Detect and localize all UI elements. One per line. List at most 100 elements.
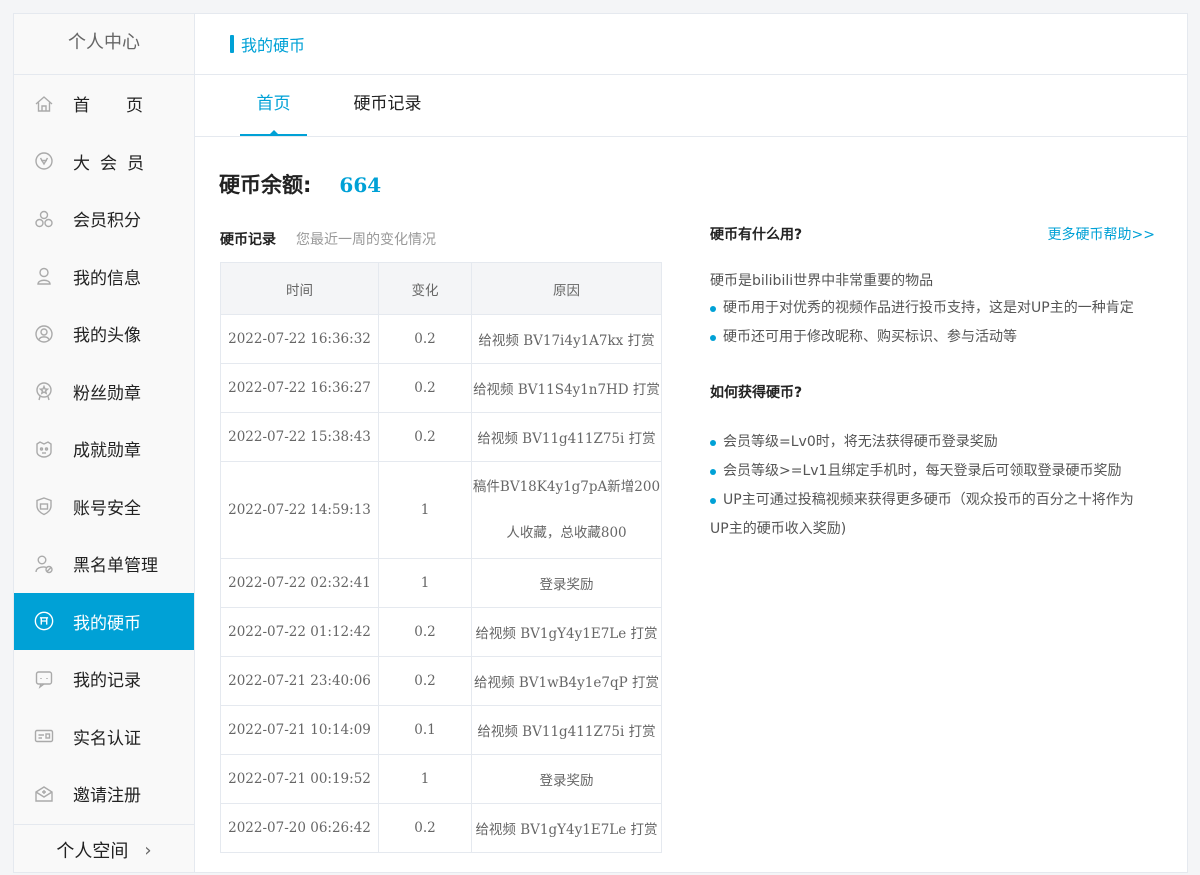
- balance-label: 硬币余额:: [219, 173, 312, 197]
- list-item: 会员等级>=Lv1且绑定手机时，每天登录后可领取登录硬币奖励: [710, 457, 1155, 486]
- cell-reason: 登录奖励: [471, 754, 662, 804]
- column-header-reason: 原因: [471, 262, 662, 315]
- cell-change: 1: [378, 754, 472, 804]
- sidebar-item-points[interactable]: 会员积分: [14, 190, 194, 248]
- sidebar-item-my-coins[interactable]: 我的硬币: [14, 592, 194, 650]
- cell-time: 2022-07-21 23:40:06: [220, 656, 379, 706]
- cell-reason: 给视频 BV11g411Z75i 打赏: [471, 705, 662, 755]
- record-icon: [34, 669, 54, 689]
- cell-reason: 给视频 BV11g411Z75i 打赏: [471, 412, 662, 462]
- bullet-dot: [710, 498, 716, 504]
- bullet-dot: [710, 306, 716, 312]
- sidebar-item-label: 粉丝勋章: [73, 383, 141, 404]
- sidebar-item-label: 我的头像: [73, 326, 141, 347]
- sidebar-item-home[interactable]: 首页: [14, 75, 194, 133]
- sidebar-item-avatar[interactable]: 我的头像: [14, 305, 194, 363]
- tab-label: 硬币记录: [353, 94, 422, 114]
- records-subtitle: 您最近一周的变化情况: [296, 232, 436, 248]
- sidebar-item-label: 黑名单管理: [73, 556, 158, 577]
- coin-records-table: 时间 变化 原因 2022-07-22 16:36:32 0.2 给视频 BV1…: [220, 262, 662, 853]
- cell-reason: 给视频 BV11S4y1n7HD 打赏: [471, 363, 662, 413]
- sidebar-item-label: 我的硬币: [73, 613, 141, 634]
- list-item: UP主可通过投稿视频来获得更多硬币（观众投币的百分之十将作为 UP主的硬币收入奖励…: [710, 486, 1155, 544]
- cell-time: 2022-07-21 00:19:52: [220, 754, 379, 804]
- vip-icon: [34, 151, 54, 171]
- records-title: 硬币记录: [220, 232, 276, 248]
- list-item: 会员等级=Lv0时，将无法获得硬币登录奖励: [710, 428, 1155, 457]
- sidebar-item-label: 首页: [73, 96, 179, 117]
- sidebar-item-my-records[interactable]: 我的记录: [14, 650, 194, 708]
- list-item: 硬币还可用于修改昵称、购买标识、参与活动等: [710, 323, 1155, 352]
- sidebar-item-invite[interactable]: 邀请注册: [14, 765, 194, 823]
- balance-value: 664: [339, 173, 382, 197]
- tab-home[interactable]: 首页: [240, 75, 307, 136]
- cell-time: 2022-07-22 02:32:41: [220, 558, 379, 608]
- personal-space-link[interactable]: 个人空间 ›: [14, 824, 194, 875]
- help-question-earn: 如何获得硬币?: [710, 385, 803, 401]
- list-item-text: 会员等级=Lv0时，将无法获得硬币登录奖励: [723, 434, 998, 450]
- cell-change: 0.2: [378, 656, 472, 706]
- table-row: 2022-07-22 15:38:43 0.2 给视频 BV11g411Z75i…: [220, 412, 662, 462]
- table-row: 2022-07-22 16:36:32 0.2 给视频 BV17i4y1A7kx…: [220, 314, 662, 364]
- sidebar-item-label: 成就勋章: [73, 441, 141, 462]
- cell-reason: 给视频 BV17i4y1A7kx 打赏: [471, 314, 662, 364]
- user-info-icon: [34, 266, 54, 286]
- personal-space-label: 个人空间: [56, 841, 129, 862]
- cell-reason-line: 稿件BV18K4y1g7pA新增200: [472, 479, 661, 495]
- sidebar-item-label: 大会员: [73, 153, 154, 174]
- more-help-link[interactable]: 更多硬币帮助>>: [1048, 224, 1155, 244]
- bullet-dot: [710, 335, 716, 341]
- sidebar-item-fan-medal[interactable]: 粉丝勋章: [14, 363, 194, 421]
- shield-icon: [34, 496, 54, 516]
- table-row: 2022-07-22 02:32:41 1 登录奖励: [220, 558, 662, 608]
- cell-time: 2022-07-21 10:14:09: [220, 705, 379, 755]
- cell-reason: 给视频 BV1wB4y1e7qP 打赏: [471, 656, 662, 706]
- title-accent-bar: [230, 35, 234, 53]
- cell-time: 2022-07-22 01:12:42: [220, 607, 379, 657]
- sidebar-item-vip[interactable]: 大会员: [14, 133, 194, 191]
- id-card-icon: [34, 726, 54, 746]
- list-item-text: UP主可通过投稿视频来获得更多硬币（观众投币的百分之十将作为: [723, 492, 1134, 508]
- sidebar-item-label: 会员积分: [73, 211, 141, 232]
- coin-uses-list: 硬币用于对优秀的视频作品进行投币支持，这是对UP主的一种肯定 硬币还可用于修改昵…: [710, 294, 1155, 352]
- sidebar-item-blacklist[interactable]: 黑名单管理: [14, 535, 194, 593]
- coin-earn-list: 会员等级=Lv0时，将无法获得硬币登录奖励 会员等级>=Lv1且绑定手机时，每天…: [710, 428, 1155, 544]
- sidebar-item-label: 实名认证: [73, 728, 141, 749]
- tab-coin-records[interactable]: 硬币记录: [350, 75, 425, 136]
- cell-change: 1: [378, 558, 472, 608]
- list-item-text: 硬币用于对优秀的视频作品进行投币支持，这是对UP主的一种肯定: [723, 300, 1134, 316]
- cell-time: 2022-07-22 15:38:43: [220, 412, 379, 462]
- sidebar-item-label: 邀请注册: [73, 786, 141, 807]
- active-tab-indicator: [268, 130, 279, 135]
- cell-reason: 给视频 BV1gY4y1E7Le 打赏: [471, 803, 662, 853]
- sidebar-item-account-security[interactable]: 账号安全: [14, 478, 194, 536]
- tab-label: 首页: [256, 94, 291, 114]
- table-row: 2022-07-22 01:12:42 0.2 给视频 BV1gY4y1E7Le…: [220, 607, 662, 657]
- cell-reason-line: 人收藏，总收藏800: [506, 525, 627, 541]
- table-row: 2022-07-21 00:19:52 1 登录奖励: [220, 754, 662, 804]
- sidebar-item-achievement[interactable]: 成就勋章: [14, 420, 194, 478]
- cell-reason: 给视频 BV1gY4y1E7Le 打赏: [471, 607, 662, 657]
- sidebar-item-my-info[interactable]: 我的信息: [14, 248, 194, 306]
- list-item: 硬币用于对优秀的视频作品进行投币支持，这是对UP主的一种肯定: [710, 294, 1155, 323]
- cell-time: 2022-07-22 16:36:27: [220, 363, 379, 413]
- help-intro: 硬币是bilibili世界中非常重要的物品: [710, 273, 934, 289]
- bullet-dot: [710, 440, 716, 446]
- achievement-icon: [34, 439, 54, 459]
- tab-bar: 首页 硬币记录: [195, 75, 1187, 137]
- avatar-icon: [34, 324, 54, 344]
- column-header-time: 时间: [220, 262, 379, 315]
- invite-icon: [34, 784, 54, 804]
- app-frame: 个人中心 首页 大会员 会员积分 我的信息 我的头像 粉丝勋章 成就勋章 账号安…: [13, 13, 1188, 873]
- cell-change: 0.2: [378, 412, 472, 462]
- table-row: 2022-07-22 16:36:27 0.2 给视频 BV11S4y1n7HD…: [220, 363, 662, 413]
- table-header-row: 时间 变化 原因: [220, 262, 662, 315]
- coin-help-panel: 硬币有什么用? 更多硬币帮助>> 硬币是bilibili世界中非常重要的物品 硬…: [710, 224, 1155, 544]
- sidebar-item-label: 账号安全: [73, 498, 141, 519]
- list-item-text-continued: UP主的硬币收入奖励): [710, 521, 847, 537]
- sidebar-item-real-name[interactable]: 实名认证: [14, 708, 194, 766]
- cell-change: 0.2: [378, 607, 472, 657]
- records-header: 硬币记录 您最近一周的变化情况: [220, 229, 436, 249]
- column-header-change: 变化: [378, 262, 472, 315]
- table-row: 2022-07-22 14:59:13 1 稿件BV18K4y1g7pA新增20…: [220, 461, 662, 559]
